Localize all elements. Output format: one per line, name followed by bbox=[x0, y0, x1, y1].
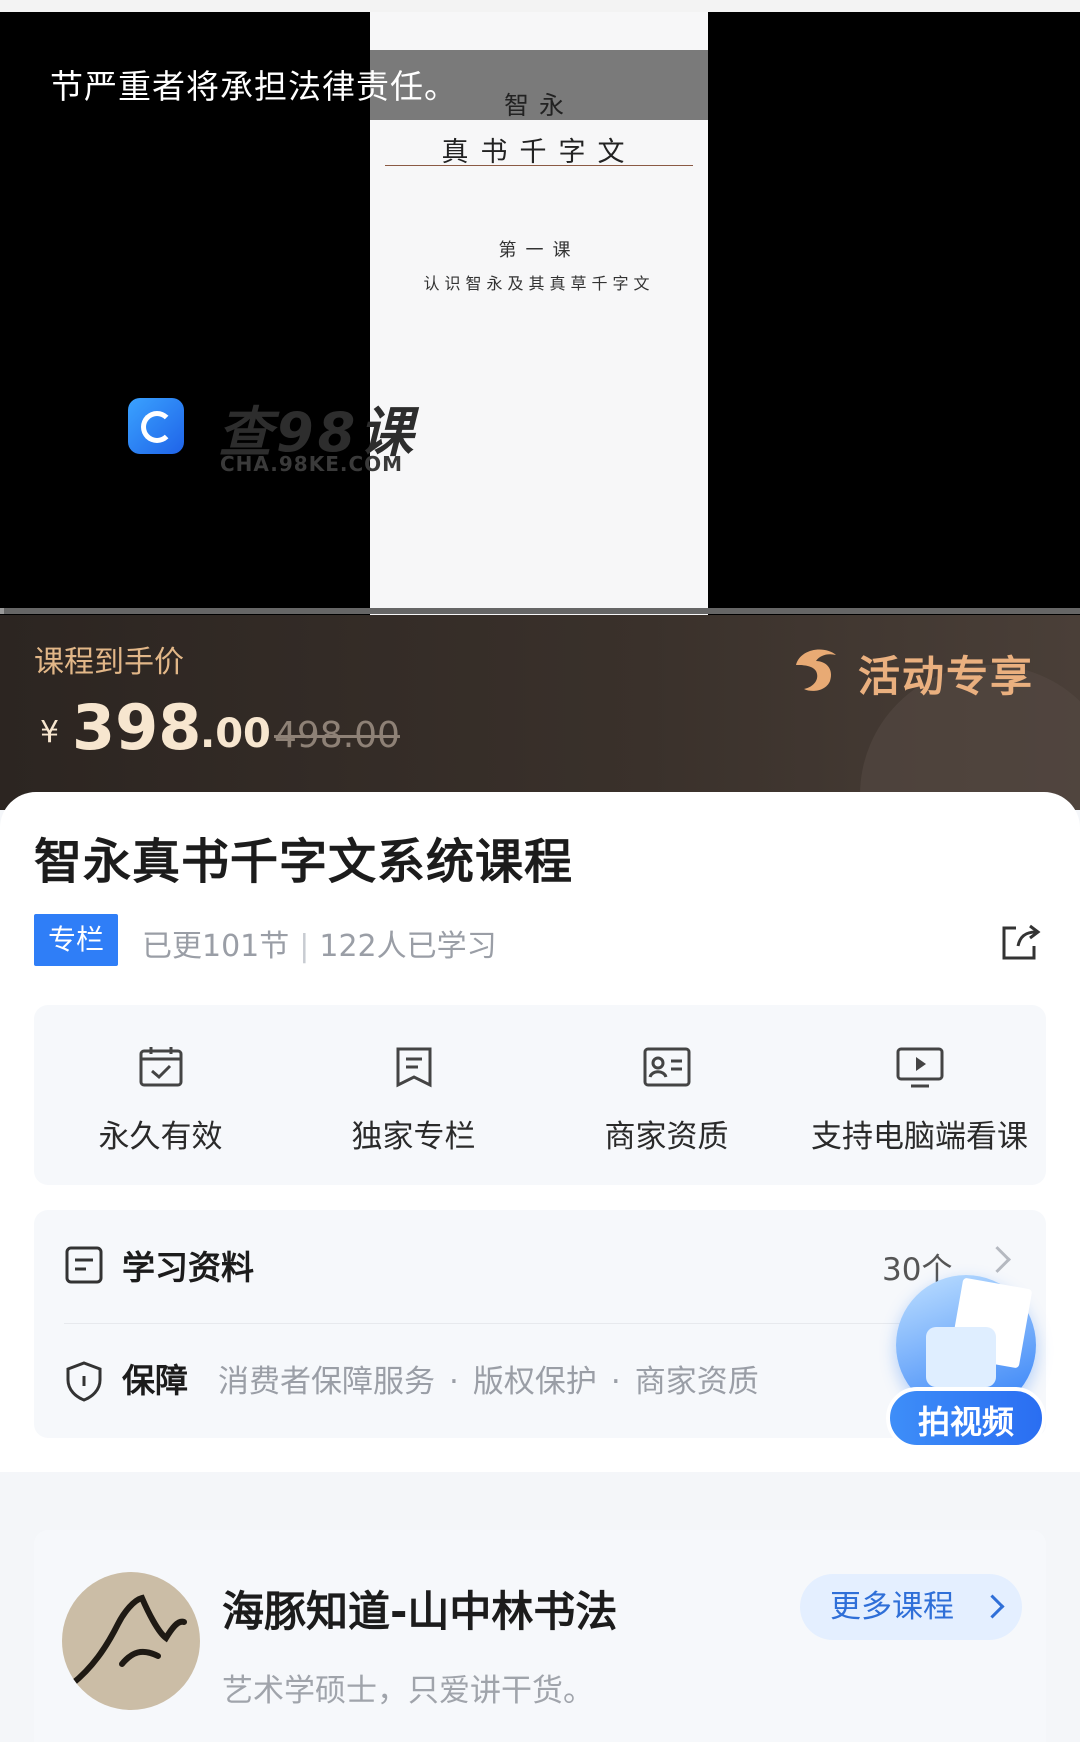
chevron-right-icon bbox=[980, 1594, 1005, 1619]
id-card-icon bbox=[643, 1047, 690, 1087]
more-courses-label: 更多课程 bbox=[830, 1589, 954, 1625]
feature-strip: 永久有效 独家专栏 商家资质 支持电脑端看课 bbox=[34, 1005, 1046, 1185]
slide-title-line1: 智永 bbox=[503, 91, 574, 120]
document-icon bbox=[65, 1246, 103, 1284]
guarantee-separator: · bbox=[449, 1364, 459, 1400]
author-card[interactable]: 海豚知道-山中林书法 艺术学硕士，只爱讲干货。 更多课程 bbox=[34, 1530, 1046, 1742]
feature-permanent[interactable]: 永久有效 bbox=[34, 1045, 287, 1156]
author-name: 海豚知道-山中林书法 bbox=[222, 1587, 618, 1636]
bag-icon bbox=[926, 1327, 996, 1387]
shoot-video-fab[interactable]: 拍视频 bbox=[886, 1265, 1050, 1455]
price-currency: ¥ bbox=[40, 715, 60, 750]
guarantee-item: 商家资质 bbox=[634, 1364, 759, 1400]
feature-label: 商家资质 bbox=[604, 1119, 729, 1155]
price-integer: 398 bbox=[72, 691, 202, 764]
course-title: 智永真书千字文系统课程 bbox=[34, 834, 574, 890]
feature-pc-viewing[interactable]: 支持电脑端看课 bbox=[793, 1045, 1046, 1156]
activity-label: 活动专享 bbox=[858, 652, 1035, 701]
feature-label: 独家专栏 bbox=[351, 1119, 476, 1155]
guarantee-separator: · bbox=[610, 1364, 621, 1400]
video-progress-fill bbox=[0, 608, 5, 614]
monitor-play-icon bbox=[896, 1047, 943, 1088]
feature-label: 永久有效 bbox=[98, 1119, 223, 1155]
guarantee-label: 保障 bbox=[122, 1361, 188, 1400]
column-tag: 专栏 bbox=[34, 914, 118, 966]
course-meta: 已更101节 | 122人已学习 bbox=[142, 921, 497, 965]
slide-title-line2: 真书千字文 bbox=[441, 137, 637, 168]
guarantee-item: 消费者保障服务 bbox=[218, 1364, 435, 1400]
shoot-video-button[interactable]: 拍视频 bbox=[886, 1387, 1046, 1449]
learner-count: 122人已学习 bbox=[319, 929, 497, 964]
price-banner: 课程到手价 ¥ 398 .00 498.00 活动专享 bbox=[0, 615, 1080, 810]
dolphin-logo-icon bbox=[796, 649, 836, 691]
calendar-check-icon bbox=[139, 1047, 182, 1087]
materials-label: 学习资料 bbox=[122, 1248, 254, 1287]
guarantee-item: 版权保护 bbox=[472, 1364, 597, 1400]
brush-mountain-icon bbox=[69, 1594, 187, 1687]
author-description: 艺术学硕士，只爱讲干货。 bbox=[222, 1673, 594, 1709]
slide-divider bbox=[385, 165, 693, 166]
feature-exclusive[interactable]: 独家专栏 bbox=[287, 1045, 540, 1156]
avatar[interactable] bbox=[62, 1572, 200, 1710]
more-courses-button[interactable]: 更多课程 bbox=[800, 1574, 1022, 1640]
watermark-logo-icon bbox=[128, 398, 184, 454]
feature-qualification[interactable]: 商家资质 bbox=[540, 1045, 793, 1156]
price-decimal: .00 bbox=[200, 711, 271, 757]
share-icon[interactable] bbox=[996, 918, 1044, 966]
guarantee-items: 消费者保障服务 · 版权保护 · 商家资质 bbox=[218, 1356, 759, 1401]
slide-subtitle: 认识智永及其真草千字文 bbox=[423, 274, 655, 293]
shield-icon bbox=[66, 1361, 102, 1402]
bookmark-doc-icon bbox=[396, 1047, 431, 1088]
meta-separator: | bbox=[299, 929, 310, 964]
updated-count: 已更101节 bbox=[142, 929, 290, 964]
price-label: 课程到手价 bbox=[34, 645, 184, 680]
video-player[interactable]: 节严重者将承担法律责任。 智永 真书千字文 第一课 认识智永及其真草千字文 查9… bbox=[0, 0, 1080, 615]
row-divider bbox=[64, 1323, 1016, 1324]
slide-lesson: 第一课 bbox=[498, 240, 580, 261]
top-edge bbox=[0, 0, 1080, 12]
feature-label: 支持电脑端看课 bbox=[811, 1119, 1028, 1155]
watermark-domain: CHA.98KE.COM bbox=[220, 452, 404, 476]
original-price: 498.00 bbox=[274, 715, 400, 756]
video-progress-bar[interactable] bbox=[0, 608, 1080, 614]
